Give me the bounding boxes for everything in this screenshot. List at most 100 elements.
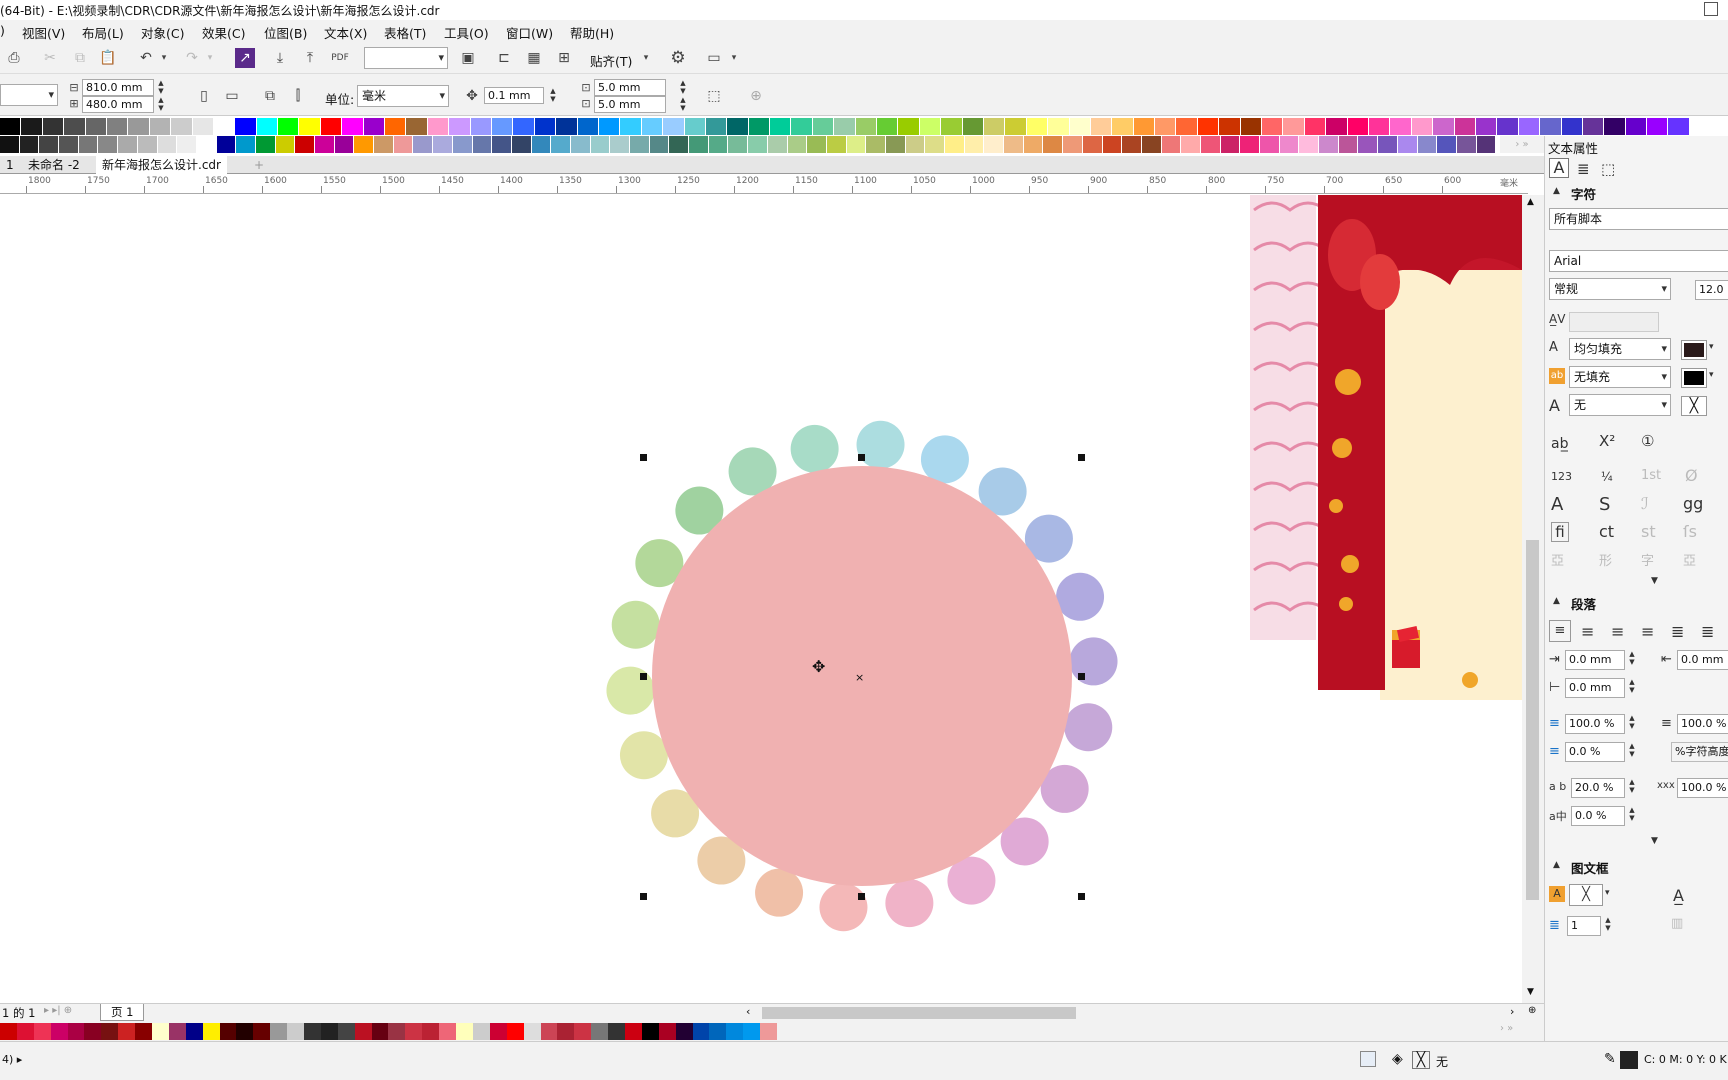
palette-swatch[interactable] (135, 1023, 153, 1040)
palette-swatch[interactable] (256, 118, 279, 135)
docpalette-scroll-icon[interactable]: › » (1500, 1023, 1513, 1034)
duplicate-x-field[interactable]: 5.0 mm (594, 79, 666, 96)
redo-dropdown-icon[interactable]: ▾ (200, 48, 220, 68)
palette-swatch[interactable] (964, 136, 985, 153)
palette-swatch[interactable] (388, 1023, 406, 1040)
palette-swatch[interactable] (551, 136, 571, 153)
cut-icon[interactable]: ✂ (40, 48, 60, 68)
palette-swatch[interactable] (1220, 136, 1241, 153)
palette-swatch[interactable] (101, 1023, 119, 1040)
palette-swatch[interactable] (128, 118, 150, 135)
menu-text[interactable]: 文本(X) (324, 23, 367, 42)
palette-swatch[interactable] (1219, 118, 1241, 135)
zoom-navigator-icon[interactable]: ⊕ (1528, 1005, 1536, 1016)
palette-swatch[interactable] (1155, 118, 1177, 135)
para-collapse-icon[interactable]: ▲ (1553, 596, 1560, 606)
historical-icon[interactable]: st (1641, 522, 1656, 541)
palette-swatch[interactable] (1048, 118, 1070, 135)
palette-swatch[interactable] (1069, 118, 1091, 135)
all-caps-icon[interactable]: A (1551, 494, 1563, 515)
palette-swatch[interactable] (393, 136, 414, 153)
palette-swatch[interactable] (540, 1023, 558, 1040)
palette-swatch[interactable] (767, 136, 788, 153)
palette-swatch[interactable] (624, 1023, 642, 1040)
undo-icon[interactable]: ↶ (136, 48, 156, 68)
palette-swatch[interactable] (456, 1023, 473, 1040)
add-preset-icon[interactable]: ⊕ (746, 86, 766, 106)
palette-swatch[interactable] (1390, 118, 1412, 135)
palette-swatch[interactable] (253, 1023, 271, 1040)
palette-swatch[interactable] (118, 136, 138, 153)
palette-swatch[interactable] (834, 118, 856, 135)
palette-swatch[interactable] (919, 118, 942, 135)
tab-untitled-2[interactable]: 未命名 -2 (22, 156, 86, 174)
palette-swatch[interactable] (760, 1023, 777, 1040)
palette-swatch[interactable] (669, 136, 690, 153)
copy-icon[interactable]: ⧉ (70, 48, 90, 68)
palette-swatch[interactable] (984, 136, 1005, 153)
line-spacing-spinner[interactable]: ▲ ▼ (1627, 714, 1637, 731)
full-screen-icon[interactable]: ▣ (458, 48, 478, 68)
current-page-icon[interactable]: ⫿ (288, 86, 308, 106)
palette-scroll-icon[interactable]: › » (1500, 136, 1544, 153)
print-icon[interactable]: ⎙ (4, 48, 24, 68)
outline-width-dropdown[interactable]: 无 (1569, 394, 1671, 416)
palette-swatch[interactable] (1358, 136, 1379, 153)
palette-swatch[interactable] (59, 136, 79, 153)
menu-effects[interactable]: 效果(C) (202, 23, 245, 42)
palette-swatch[interactable] (983, 118, 1006, 135)
frame-fill-dropdown-icon[interactable]: ▾ (1605, 888, 1610, 898)
palette-swatch[interactable] (748, 118, 771, 135)
snap-dropdown-icon[interactable]: ▾ (636, 48, 656, 68)
before-para-spinner[interactable]: ▲ ▼ (1627, 742, 1637, 759)
char-collapse-icon[interactable]: ▲ (1553, 186, 1560, 196)
dup-y-spinner[interactable]: ▲ ▼ (678, 96, 688, 113)
palette-swatch[interactable] (337, 1023, 355, 1040)
palette-swatch[interactable] (216, 136, 237, 153)
palette-swatch[interactable] (168, 1023, 186, 1040)
paragraph-tab-icon[interactable]: ≣ (1577, 160, 1590, 178)
page-width-field[interactable]: 810.0 mm (82, 79, 154, 96)
portrait-icon[interactable]: ▯ (194, 86, 214, 106)
char-expand-icon[interactable]: ▼ (1651, 576, 1658, 586)
paste-icon[interactable]: 📋 (98, 48, 118, 68)
menu-bitmaps[interactable]: 位图(B) (264, 23, 307, 42)
palette-swatch[interactable] (0, 136, 20, 153)
document-palette-swatches[interactable] (0, 1023, 777, 1040)
palette-swatch[interactable] (433, 136, 453, 153)
scroll-down-icon[interactable]: ▼ (1527, 987, 1534, 997)
palette-swatch[interactable] (98, 136, 119, 153)
vertical-align-icon[interactable]: A̲ (1673, 886, 1684, 905)
palette-swatch[interactable] (905, 136, 926, 153)
outline-color-swatch[interactable] (1620, 1051, 1638, 1069)
app-launcher-dropdown-icon[interactable]: ▾ (724, 48, 744, 68)
left-indent-spinner[interactable]: ▲ ▼ (1627, 650, 1637, 667)
palette-swatch[interactable] (67, 1023, 85, 1040)
palette-swatch[interactable] (295, 136, 315, 153)
palette-swatch[interactable] (570, 136, 591, 153)
palette-swatch[interactable] (342, 118, 364, 135)
palette-swatch[interactable] (1063, 136, 1083, 153)
palette-swatch[interactable] (1299, 136, 1320, 153)
palette-swatch[interactable] (1647, 118, 1669, 135)
palette-swatch[interactable] (64, 118, 86, 135)
palette-swatch[interactable] (427, 118, 450, 135)
frame-tab-icon[interactable]: ⬚ (1601, 160, 1615, 178)
palette-swatch[interactable] (491, 118, 514, 135)
palette-swatch[interactable] (1582, 118, 1605, 135)
palette-swatch[interactable] (1417, 136, 1438, 153)
palette-swatch[interactable] (202, 1023, 220, 1040)
undo-dropdown-icon[interactable]: ▾ (154, 48, 174, 68)
palette-swatch[interactable] (85, 118, 107, 135)
palette-swatch[interactable] (1369, 118, 1391, 135)
outline-color-picker[interactable]: ╳ (1681, 396, 1707, 416)
columns-spinner[interactable]: ▲ ▼ (1603, 916, 1613, 933)
palette-swatch[interactable] (709, 1023, 727, 1040)
palette-swatch[interactable] (1497, 118, 1519, 135)
palette-swatch[interactable] (84, 1023, 102, 1040)
ligatures-icon[interactable]: fi (1551, 522, 1569, 542)
palette-swatch[interactable] (787, 136, 808, 153)
palette-swatch[interactable] (1262, 118, 1284, 135)
palette-swatch[interactable] (1122, 136, 1142, 153)
palette-swatch[interactable] (50, 1023, 68, 1040)
